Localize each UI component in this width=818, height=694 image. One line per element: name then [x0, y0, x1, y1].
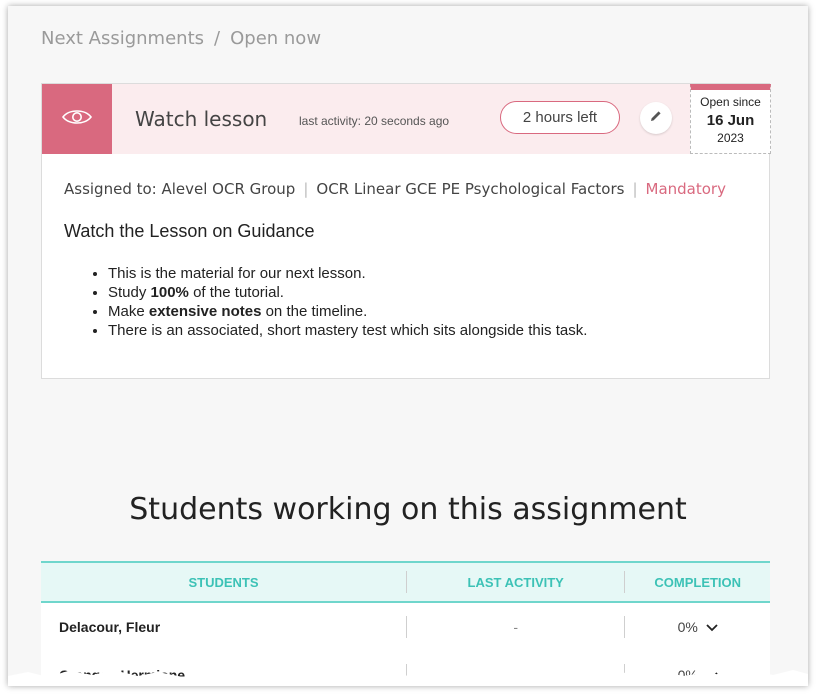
open-since-date: 16 Jun	[706, 112, 755, 129]
breadcrumb-separator: /	[214, 28, 221, 49]
completion-value: 0%	[677, 619, 698, 635]
column-header-students[interactable]: STUDENTS	[41, 571, 406, 593]
assignment-meta: Assigned to: Alevel OCR Group | OCR Linear…	[64, 180, 726, 198]
pencil-icon	[650, 109, 662, 127]
breadcrumb: Next Assignments / Open now	[41, 28, 321, 49]
chevron-down-icon[interactable]	[706, 619, 718, 635]
task-title: Watch the Lesson on Guidance	[64, 221, 315, 241]
table-header: STUDENTS LAST ACTIVITY COMPLETION	[41, 561, 770, 603]
requirement-tag: Mandatory	[645, 180, 726, 198]
course-name: OCR Linear GCE PE Psychological Factors	[316, 180, 625, 198]
assignment-title[interactable]: Watch lesson	[135, 107, 267, 131]
instruction-item: Make extensive notes on the timeline.	[108, 302, 587, 321]
meta-divider: |	[303, 180, 309, 198]
assignment-header: Watch lesson last activity: 20 seconds a…	[42, 84, 690, 154]
students-section-title: Students working on this assignment	[129, 492, 687, 527]
table-row[interactable]: Delacour, Fleur - 0%	[41, 603, 770, 651]
student-name[interactable]: Delacour, Fleur	[41, 616, 406, 638]
open-since-year: 2023	[717, 131, 744, 145]
assigned-to: Assigned to: Alevel OCR Group	[64, 180, 296, 198]
breadcrumb-current: Open now	[230, 28, 322, 49]
column-header-completion[interactable]: COMPLETION	[624, 571, 770, 593]
instruction-item: Study 100% of the tutorial.	[108, 283, 587, 302]
edit-button[interactable]	[640, 102, 672, 134]
breadcrumb-section[interactable]: Next Assignments	[41, 28, 204, 49]
student-last-activity: -	[406, 616, 624, 638]
meta-divider: |	[632, 180, 638, 198]
last-activity-text: last activity: 20 seconds ago	[299, 114, 450, 128]
time-left-badge: 2 hours left	[500, 101, 620, 134]
instruction-item: This is the material for our next lesson…	[108, 264, 587, 283]
assignment-card: Watch lesson last activity: 20 seconds a…	[41, 83, 771, 379]
open-since-box: Open since 16 Jun 2023	[690, 84, 771, 154]
student-completion: 0%	[624, 616, 770, 638]
column-header-last-activity[interactable]: LAST ACTIVITY	[406, 571, 624, 593]
task-instructions: This is the material for our next lesson…	[90, 264, 587, 340]
assignment-type-badge	[42, 84, 112, 154]
eye-icon	[61, 108, 93, 131]
instruction-item: There is an associated, short mastery te…	[108, 321, 587, 340]
open-since-label: Open since	[700, 95, 761, 109]
torn-edge	[8, 670, 808, 686]
app-frame: Next Assignments / Open now Watch lesson l…	[8, 6, 808, 686]
